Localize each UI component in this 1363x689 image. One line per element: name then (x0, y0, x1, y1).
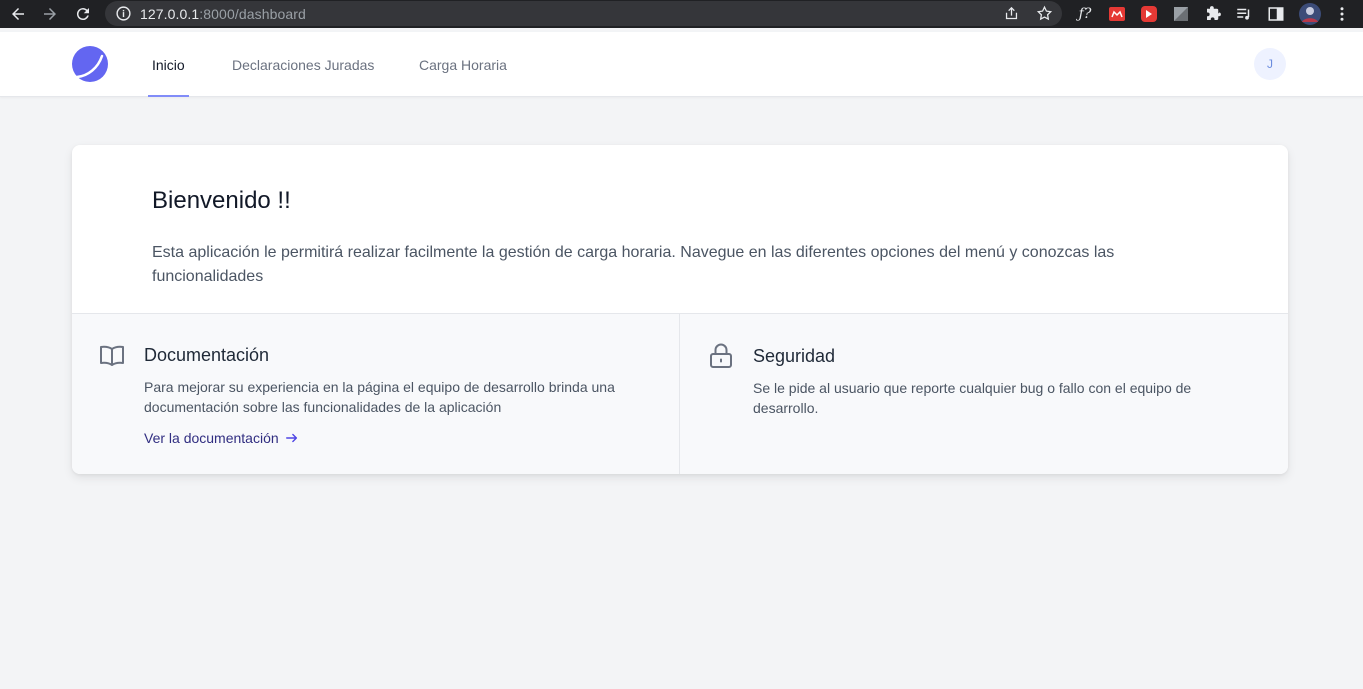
documentation-text: Para mejorar su experiencia en la página… (144, 379, 615, 415)
welcome-card: Bienvenido !! Esta aplicación le permiti… (72, 145, 1288, 474)
app-logo[interactable] (72, 46, 108, 82)
bookmark-star-icon[interactable] (1036, 5, 1053, 22)
nav-item-declaraciones-juradas[interactable]: Declaraciones Juradas (232, 32, 374, 97)
features-section: Documentación Para mejorar su experienci… (72, 313, 1288, 474)
documentation-panel: Documentación Para mejorar su experienci… (72, 314, 680, 474)
side-panel-icon[interactable] (1267, 5, 1285, 23)
arrow-right-icon (285, 433, 297, 443)
url-text[interactable]: 127.0.0.1:8000/dashboard (140, 6, 306, 22)
welcome-title: Bienvenido !! (152, 187, 291, 214)
app-navbar: Inicio Declaraciones Juradas Carga Horar… (0, 32, 1363, 97)
red-extension-icon[interactable] (1108, 5, 1126, 23)
site-info-icon[interactable] (115, 5, 132, 22)
reload-icon[interactable] (71, 2, 95, 26)
lock-icon (710, 343, 732, 368)
security-panel: Seguridad Se le pide al usuario que repo… (680, 314, 1288, 474)
media-queue-icon[interactable] (1235, 5, 1253, 23)
nav-item-label: Inicio (152, 56, 185, 73)
security-text: Se le pide al usuario que reporte cualqu… (753, 380, 1192, 416)
back-icon[interactable] (6, 2, 30, 26)
formula-extension-icon[interactable]: ƒ? (1076, 5, 1094, 23)
view-documentation-link[interactable]: Ver la documentación (144, 430, 299, 446)
extensions-puzzle-icon[interactable] (1204, 5, 1222, 23)
welcome-description: Esta aplicación le permitirá realizar fa… (152, 244, 1115, 285)
more-menu-icon[interactable] (1333, 5, 1351, 23)
video-extension-icon[interactable] (1140, 5, 1158, 23)
share-icon[interactable] (1003, 5, 1020, 22)
forward-icon[interactable] (38, 2, 62, 26)
user-avatar[interactable]: J (1254, 48, 1286, 80)
book-icon (100, 345, 124, 366)
view-documentation-label: Ver la documentación (144, 430, 279, 446)
address-bar[interactable]: 127.0.0.1:8000/dashboard (105, 1, 1062, 26)
documentation-title: Documentación (144, 345, 270, 365)
security-title: Seguridad (753, 346, 836, 366)
nav-item-label: Declaraciones Juradas (232, 56, 375, 73)
profile-avatar-icon[interactable] (1299, 3, 1321, 25)
nav-item-inicio[interactable]: Inicio (148, 32, 189, 97)
nav-item-label: Carga Horaria (419, 56, 507, 73)
gray-extension-icon[interactable] (1172, 5, 1190, 23)
browser-toolbar: 127.0.0.1:8000/dashboard ƒ? (0, 0, 1363, 28)
nav-item-carga-horaria[interactable]: Carga Horaria (419, 32, 507, 97)
